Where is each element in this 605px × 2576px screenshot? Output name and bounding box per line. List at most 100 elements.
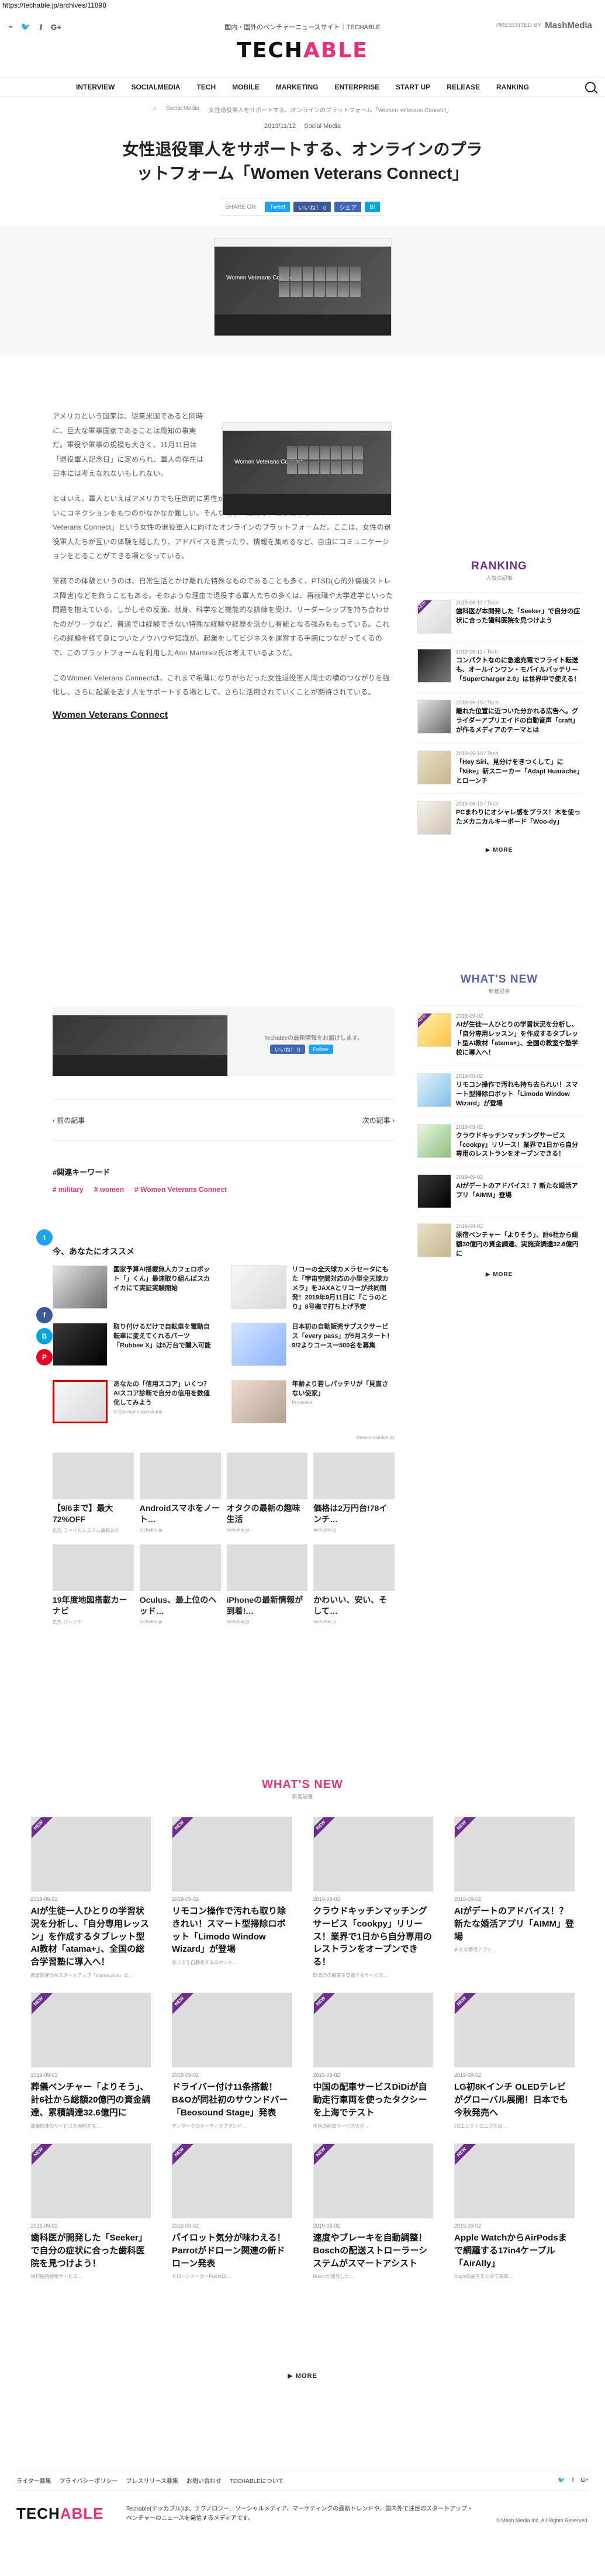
news-text: AIが生徒一人ひとりの学習状況を分析し、「自分専用レッスン」を作成するタブレット… bbox=[456, 1021, 578, 1056]
breadcrumb-home-icon[interactable]: ⌂ bbox=[153, 105, 157, 114]
news-card[interactable]: NEW 2019-09-02 Apple WatchからAirPodsまで網羅する1… bbox=[454, 2143, 575, 2280]
site-logo[interactable]: TECHABLE bbox=[0, 39, 605, 63]
logo-suffix: ABLE bbox=[303, 39, 368, 63]
ranking-item[interactable]: NEW 2019-06-12 / Tech 歯科医が本開発した「Seeker」で… bbox=[417, 592, 581, 641]
news-item[interactable]: 2019-09-02 原宿ベンチャー「よりそう」、計6社から総額30億円の資金調… bbox=[417, 1216, 581, 1267]
nav-enterprise[interactable]: ENTERPRISE bbox=[334, 83, 379, 91]
floating-pocket-icon[interactable]: P bbox=[36, 1349, 53, 1365]
news-meta: 2019-09-02 bbox=[456, 1123, 483, 1130]
breadcrumb-category[interactable]: Social Media bbox=[166, 105, 199, 114]
recommend-text: 日本初の自動販売サブスクサービス「every pass」が5月スタート！9/2よ… bbox=[292, 1323, 393, 1349]
footer-link-contact[interactable]: お問い合わせ bbox=[186, 2476, 222, 2485]
ad-card[interactable]: かわいい、安い、そして… techable.jp bbox=[313, 1544, 395, 1626]
ranking-more-link[interactable]: ▶ MORE bbox=[417, 847, 581, 853]
recommend-item[interactable]: 日本初の自動販売サブスクサービス「every pass」が5月スタート！9/2よ… bbox=[231, 1323, 395, 1371]
keyword-tag[interactable]: # Women Veterans Connect bbox=[134, 1185, 227, 1194]
news-card[interactable]: NEW 2019-09-02 葬儀ベンチャー「よりそう」、計6社から総額20億円の資… bbox=[30, 1993, 151, 2129]
news-card[interactable]: NEW 2019-09-02 歯科医が開発した「Seeker」で自分の症状に合った歯… bbox=[30, 2143, 151, 2280]
news-card[interactable]: NEW 2019-09-02 速度やブレーキを自動調整！Boschの配送ストローラー… bbox=[313, 2143, 433, 2280]
footer-link-writer[interactable]: ライター募集 bbox=[16, 2476, 51, 2485]
footer-link-press[interactable]: プレスリリース募集 bbox=[126, 2476, 178, 2485]
follow-box: Techableの最新情報をお届けします。 いいね！ 0 Follow bbox=[53, 1007, 395, 1076]
news-text: リモコン操作で汚れも持ち去られい！スマート型掃除ロボット「Limodo Wind… bbox=[456, 1081, 578, 1107]
ad-card[interactable]: Oculus、最上位のヘッド… techable.jp bbox=[139, 1544, 221, 1626]
ranking-item[interactable]: 2019-06-11 / Tech コンパクトなのに急速充電でフライト転送も、オ… bbox=[417, 641, 581, 692]
ad-card[interactable]: Androidスマホをノート… techable.jp bbox=[139, 1453, 221, 1534]
bottom-news-more-link[interactable]: ▶ MORE bbox=[0, 2372, 605, 2380]
recommend-item-sponsored[interactable]: あなたの「信用スコア」いくつ？AIスコア診断で自分の信用を数値化してみよう © … bbox=[53, 1380, 216, 1428]
hero-screen-banner: Women Veterans Connect bbox=[215, 247, 391, 316]
recommend-item[interactable]: 取り付けるだけで自転車を電動自転車に変えてくれるパーツ「Rubbee X」は5万… bbox=[53, 1323, 216, 1371]
news-item[interactable]: 2019-09-02 AIがデートのアドバイス！？新たな婚活アプリ「AIMM」登… bbox=[417, 1167, 581, 1216]
facebook-like-button[interactable]: いいね！ 0 bbox=[270, 1045, 305, 1054]
nav-tech[interactable]: TECH bbox=[196, 83, 216, 91]
footer-link-about[interactable]: TECHABLEについて bbox=[230, 2476, 284, 2485]
nav-mobile[interactable]: MOBILE bbox=[232, 83, 260, 91]
recommend-item[interactable]: リコーの全天球カメラセータにもた「宇宙空間対応の小型全天球カメラ」をJAXAとリ… bbox=[231, 1265, 395, 1313]
ranking-subtitle: 人気の記事 bbox=[486, 575, 513, 581]
next-article-link[interactable]: 次の記事 › bbox=[362, 1115, 395, 1125]
article-category[interactable]: Social Media bbox=[304, 123, 341, 130]
keyword-tag[interactable]: # military bbox=[53, 1185, 84, 1194]
nav-marketing[interactable]: MARKETING bbox=[276, 83, 319, 91]
ranking-item[interactable]: 2019-06-10 / Tech PCまわりにオシャレ感をプラス！木を使ったメ… bbox=[417, 793, 581, 842]
news-item[interactable]: 2019-09-02 リモコン操作で汚れも持ち去られい！スマート型掃除ロボット「… bbox=[417, 1065, 581, 1116]
new-ribbon: NEW bbox=[31, 2144, 54, 2168]
nav-socialmedia[interactable]: SOCIALMEDIA bbox=[131, 83, 180, 91]
nav-release[interactable]: RELEASE bbox=[447, 83, 480, 91]
news-item[interactable]: 2019-09-02 クラウドキッチンマッチングサービス「cookpy」リリース… bbox=[417, 1116, 581, 1167]
news-meta: 2019-09-02 bbox=[456, 1174, 483, 1181]
source-link[interactable]: Women Veterans Connect bbox=[53, 710, 395, 721]
ad-card[interactable]: 【9/6まで】最大72%OFF 広告 ファイルシステム情報あり bbox=[53, 1453, 134, 1534]
floating-facebook-icon[interactable]: f bbox=[36, 1307, 53, 1323]
facebook-icon[interactable]: f bbox=[572, 2477, 574, 2484]
footer-bottom: TECHABLE Techable(テッカブル)は、テクノロジー、ソーシャルメデ… bbox=[16, 2505, 589, 2523]
news-card[interactable]: NEW 2019-09-02 リモコン操作で汚れも取り除きれい！スマート型掃除ロボッ… bbox=[172, 1817, 292, 1979]
nav-ranking[interactable]: RANKING bbox=[496, 83, 529, 91]
footer-links-row: ライター募集 プライバシーポリシー プレスリリース募集 お問い合わせ TECHA… bbox=[16, 2470, 589, 2491]
news-card-image: NEW bbox=[172, 1993, 292, 2068]
ad-card[interactable]: 19年度地図搭載カーナビ 広告 パーソナ bbox=[53, 1544, 134, 1626]
google-plus-icon[interactable]: G+ bbox=[580, 2477, 589, 2484]
recommend-title: 今、あなたにオススメ bbox=[53, 1247, 134, 1256]
share-button[interactable]: シェア bbox=[334, 202, 362, 213]
sidebar-news-more-link[interactable]: ▶ MORE bbox=[417, 1271, 581, 1278]
news-card[interactable]: NEW 2019-09-02 LG初8Kインチ OLEDテレビがグローバル展開！日本… bbox=[454, 1993, 575, 2129]
tweet-button[interactable]: Tweet bbox=[265, 202, 291, 213]
news-card[interactable]: NEW 2019-09-02 ドライバー付け11条搭載！B&Oが同社初のサウンドバー… bbox=[172, 1993, 292, 2129]
news-item[interactable]: NEW 2019-09-02 AIが生徒一人ひとりの学習状況を分析し、「自分専用… bbox=[417, 1005, 581, 1066]
recommend-item[interactable]: 国家予算AI搭載無人カフェロボット「」くん」最速取り組んばスカイカにて実証実験開… bbox=[53, 1265, 216, 1313]
ranking-item[interactable]: 2019-06-10 / Tech 「Hey Siri、見分けをきつくして」に「… bbox=[417, 742, 581, 794]
previous-article-link[interactable]: ‹ 前の記事 bbox=[53, 1115, 85, 1125]
ad-title: Androidスマホをノート… bbox=[139, 1503, 220, 1524]
news-card[interactable]: NEW 2019-09-02 パイロット気分が味わえる！Parrotがドローン関連の… bbox=[172, 2143, 292, 2280]
ranking-item[interactable]: 2019-06-10 / Tech 離れた位置に近ついた分かれる広告へ。グライダ… bbox=[417, 691, 581, 743]
ad-source: techable.jp bbox=[313, 1619, 336, 1624]
hero-screen-topbar bbox=[215, 238, 391, 247]
bookmark-button[interactable]: B! bbox=[365, 202, 380, 213]
floating-hatena-icon[interactable]: B bbox=[36, 1328, 53, 1344]
new-ribbon: NEW bbox=[454, 2144, 478, 2168]
twitter-follow-button[interactable]: Follow bbox=[308, 1045, 333, 1054]
floating-twitter-icon[interactable]: t bbox=[36, 1229, 53, 1246]
url-bar[interactable]: https://techable.jp/archives/11898 bbox=[0, 0, 605, 11]
ad-card[interactable]: オタクの最新の趣味生活 techable.jp bbox=[226, 1453, 308, 1534]
footer-link-privacy[interactable]: プライバシーポリシー bbox=[60, 2476, 118, 2485]
news-card[interactable]: NEW 2019-09-02 AIがデートのアドバイス！？新たな婚活アプリ「AIMM… bbox=[454, 1817, 575, 1979]
keyword-tag[interactable]: # women bbox=[94, 1185, 124, 1194]
whats-new-sidebar: WHAT'S NEW 新着記事 NEW 2019-09-02 AIが生徒一人ひと… bbox=[417, 973, 581, 1278]
search-icon[interactable] bbox=[585, 82, 596, 92]
news-card-image: NEW bbox=[30, 2143, 151, 2219]
nav-startup[interactable]: START UP bbox=[396, 83, 430, 91]
mashmedia-logo[interactable]: MashMedia bbox=[545, 20, 592, 30]
news-card[interactable]: NEW 2019-09-02 クラウドキッチンマッチングサービス「cookpy」リリ… bbox=[313, 1817, 433, 1979]
like-button[interactable]: いいね！ 0 bbox=[293, 202, 331, 213]
twitter-icon[interactable]: 🐦 bbox=[558, 2477, 565, 2484]
recommend-item[interactable]: 年齢より若しパッテリが「見直さない使家」 Promoted bbox=[231, 1380, 395, 1428]
ad-card[interactable]: iPhoneの最新情報が到着!… techable.jp bbox=[226, 1544, 308, 1626]
news-card[interactable]: NEW 2019-09-02 中国の配車サービスDiDiが自動走行車両を使ったタクシ… bbox=[313, 1993, 433, 2129]
hero-section: Women Veterans Connect bbox=[0, 225, 605, 357]
ad-card[interactable]: 価格は2万円台!78インチ… techable.jp bbox=[313, 1453, 395, 1534]
nav-interview[interactable]: INTERVIEW bbox=[76, 83, 115, 91]
news-card[interactable]: NEW 2019-09-02 AIが生徒一人ひとりの学習状況を分析し、「自分専用レッ… bbox=[30, 1817, 151, 1979]
